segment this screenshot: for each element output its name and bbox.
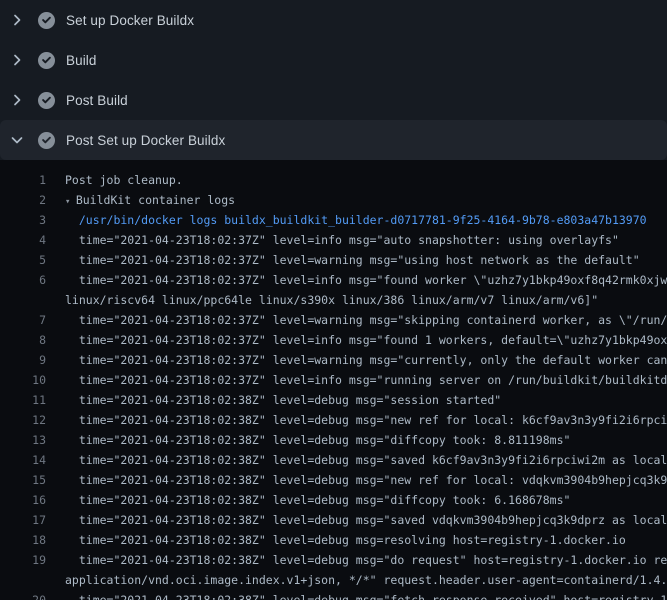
line-number-link[interactable]: 17 [0,510,46,530]
log-text: time="2021-04-23T18:02:38Z" level=debug … [46,510,667,530]
log-line: 14 time="2021-04-23T18:02:38Z" level=deb… [0,450,667,470]
log-line: 12 time="2021-04-23T18:02:38Z" level=deb… [0,410,667,430]
line-number-link[interactable]: 14 [0,450,46,470]
log-text: application/vnd.oci.image.index.v1+json,… [46,570,667,590]
line-number-link[interactable]: 18 [0,530,46,550]
line-number-link[interactable]: 16 [0,490,46,510]
chevron-down-icon [9,132,25,148]
step-header-setup-docker-buildx[interactable]: Set up Docker Buildx [0,0,667,40]
line-number-link[interactable]: 10 [0,370,46,390]
log-area: 1Post job cleanup.2▾BuildKit container l… [0,160,667,600]
log-text: time="2021-04-23T18:02:38Z" level=debug … [46,590,667,600]
line-number-link[interactable]: 6 [0,270,46,290]
log-line: 11 time="2021-04-23T18:02:38Z" level=deb… [0,390,667,410]
check-circle-icon [38,92,55,109]
line-number-link[interactable]: 2 [0,190,46,210]
step-label: Post Build [66,93,128,108]
log-text: time="2021-04-23T18:02:38Z" level=debug … [46,530,626,550]
chevron-right-icon [9,52,25,68]
log-line: 1Post job cleanup. [0,170,667,190]
log-line: 18 time="2021-04-23T18:02:38Z" level=deb… [0,530,667,550]
log-text: time="2021-04-23T18:02:38Z" level=debug … [46,550,667,570]
log-line: 17 time="2021-04-23T18:02:38Z" level=deb… [0,510,667,530]
log-line: 2▾BuildKit container logs [0,190,667,210]
line-number-link[interactable]: 12 [0,410,46,430]
log-group-label: BuildKit container logs [76,193,235,207]
line-number-link[interactable]: 5 [0,250,46,270]
log-lines: 1Post job cleanup.2▾BuildKit container l… [0,170,667,600]
log-line: 5 time="2021-04-23T18:02:37Z" level=warn… [0,250,667,270]
log-text: time="2021-04-23T18:02:38Z" level=debug … [46,390,501,410]
log-text: time="2021-04-23T18:02:37Z" level=warnin… [46,350,667,370]
log-line: 9 time="2021-04-23T18:02:37Z" level=warn… [0,350,667,370]
log-line: 13 time="2021-04-23T18:02:38Z" level=deb… [0,430,667,450]
log-text: time="2021-04-23T18:02:38Z" level=debug … [46,490,570,510]
log-line: 10 time="2021-04-23T18:02:37Z" level=inf… [0,370,667,390]
log-line: 6 time="2021-04-23T18:02:37Z" level=info… [0,270,667,290]
step-list: Set up Docker Buildx Build Post Build Po… [0,0,667,160]
log-command-text: /usr/bin/docker logs buildx_buildkit_bui… [46,210,647,230]
log-text: time="2021-04-23T18:02:37Z" level=info m… [46,370,667,390]
log-line: 7 time="2021-04-23T18:02:37Z" level=warn… [0,310,667,330]
log-group-toggle-icon[interactable]: ▾ [65,192,76,212]
log-text: time="2021-04-23T18:02:37Z" level=warnin… [46,310,667,330]
log-text: time="2021-04-23T18:02:38Z" level=debug … [46,450,667,470]
check-circle-icon [38,132,55,149]
step-label: Set up Docker Buildx [66,13,194,28]
log-text: time="2021-04-23T18:02:38Z" level=debug … [46,410,667,430]
log-text: ▾BuildKit container logs [46,190,235,210]
check-circle-icon [38,12,55,29]
line-number-link[interactable]: 1 [0,170,46,190]
step-header-build[interactable]: Build [0,40,667,80]
line-number-link[interactable]: 3 [0,210,46,230]
step-header-post-setup-docker-buildx[interactable]: Post Set up Docker Buildx [0,120,667,160]
line-number-link[interactable]: 15 [0,470,46,490]
chevron-right-icon [9,92,25,108]
step-label: Build [66,53,97,68]
log-line: 16 time="2021-04-23T18:02:38Z" level=deb… [0,490,667,510]
line-number-link[interactable]: 11 [0,390,46,410]
line-number-link[interactable]: 13 [0,430,46,450]
log-text: time="2021-04-23T18:02:38Z" level=debug … [46,430,570,450]
log-text: time="2021-04-23T18:02:37Z" level=info m… [46,230,619,250]
line-number-link[interactable]: 4 [0,230,46,250]
log-line: linux/riscv64 linux/ppc64le linux/s390x … [0,290,667,310]
step-header-post-build[interactable]: Post Build [0,80,667,120]
log-text: time="2021-04-23T18:02:37Z" level=info m… [46,270,667,290]
step-label: Post Set up Docker Buildx [66,133,225,148]
line-number-link[interactable]: 19 [0,550,46,570]
log-text: time="2021-04-23T18:02:37Z" level=warnin… [46,250,640,270]
line-number-link[interactable]: 8 [0,330,46,350]
check-circle-icon [38,52,55,69]
line-number-link[interactable]: 7 [0,310,46,330]
log-text: linux/riscv64 linux/ppc64le linux/s390x … [46,290,598,310]
line-number-link [0,290,46,310]
log-line: 8 time="2021-04-23T18:02:37Z" level=info… [0,330,667,350]
log-line: 15 time="2021-04-23T18:02:38Z" level=deb… [0,470,667,490]
log-line: 19 time="2021-04-23T18:02:38Z" level=deb… [0,550,667,570]
line-number-link[interactable]: 9 [0,350,46,370]
log-line: 20 time="2021-04-23T18:02:38Z" level=deb… [0,590,667,600]
line-number-link [0,570,46,590]
log-text: time="2021-04-23T18:02:37Z" level=info m… [46,330,667,350]
log-text: time="2021-04-23T18:02:38Z" level=debug … [46,470,667,490]
log-line: 4 time="2021-04-23T18:02:37Z" level=info… [0,230,667,250]
log-line: 3 /usr/bin/docker logs buildx_buildkit_b… [0,210,667,230]
chevron-right-icon [9,12,25,28]
log-line: application/vnd.oci.image.index.v1+json,… [0,570,667,590]
line-number-link[interactable]: 20 [0,590,46,600]
log-text: Post job cleanup. [46,170,183,190]
